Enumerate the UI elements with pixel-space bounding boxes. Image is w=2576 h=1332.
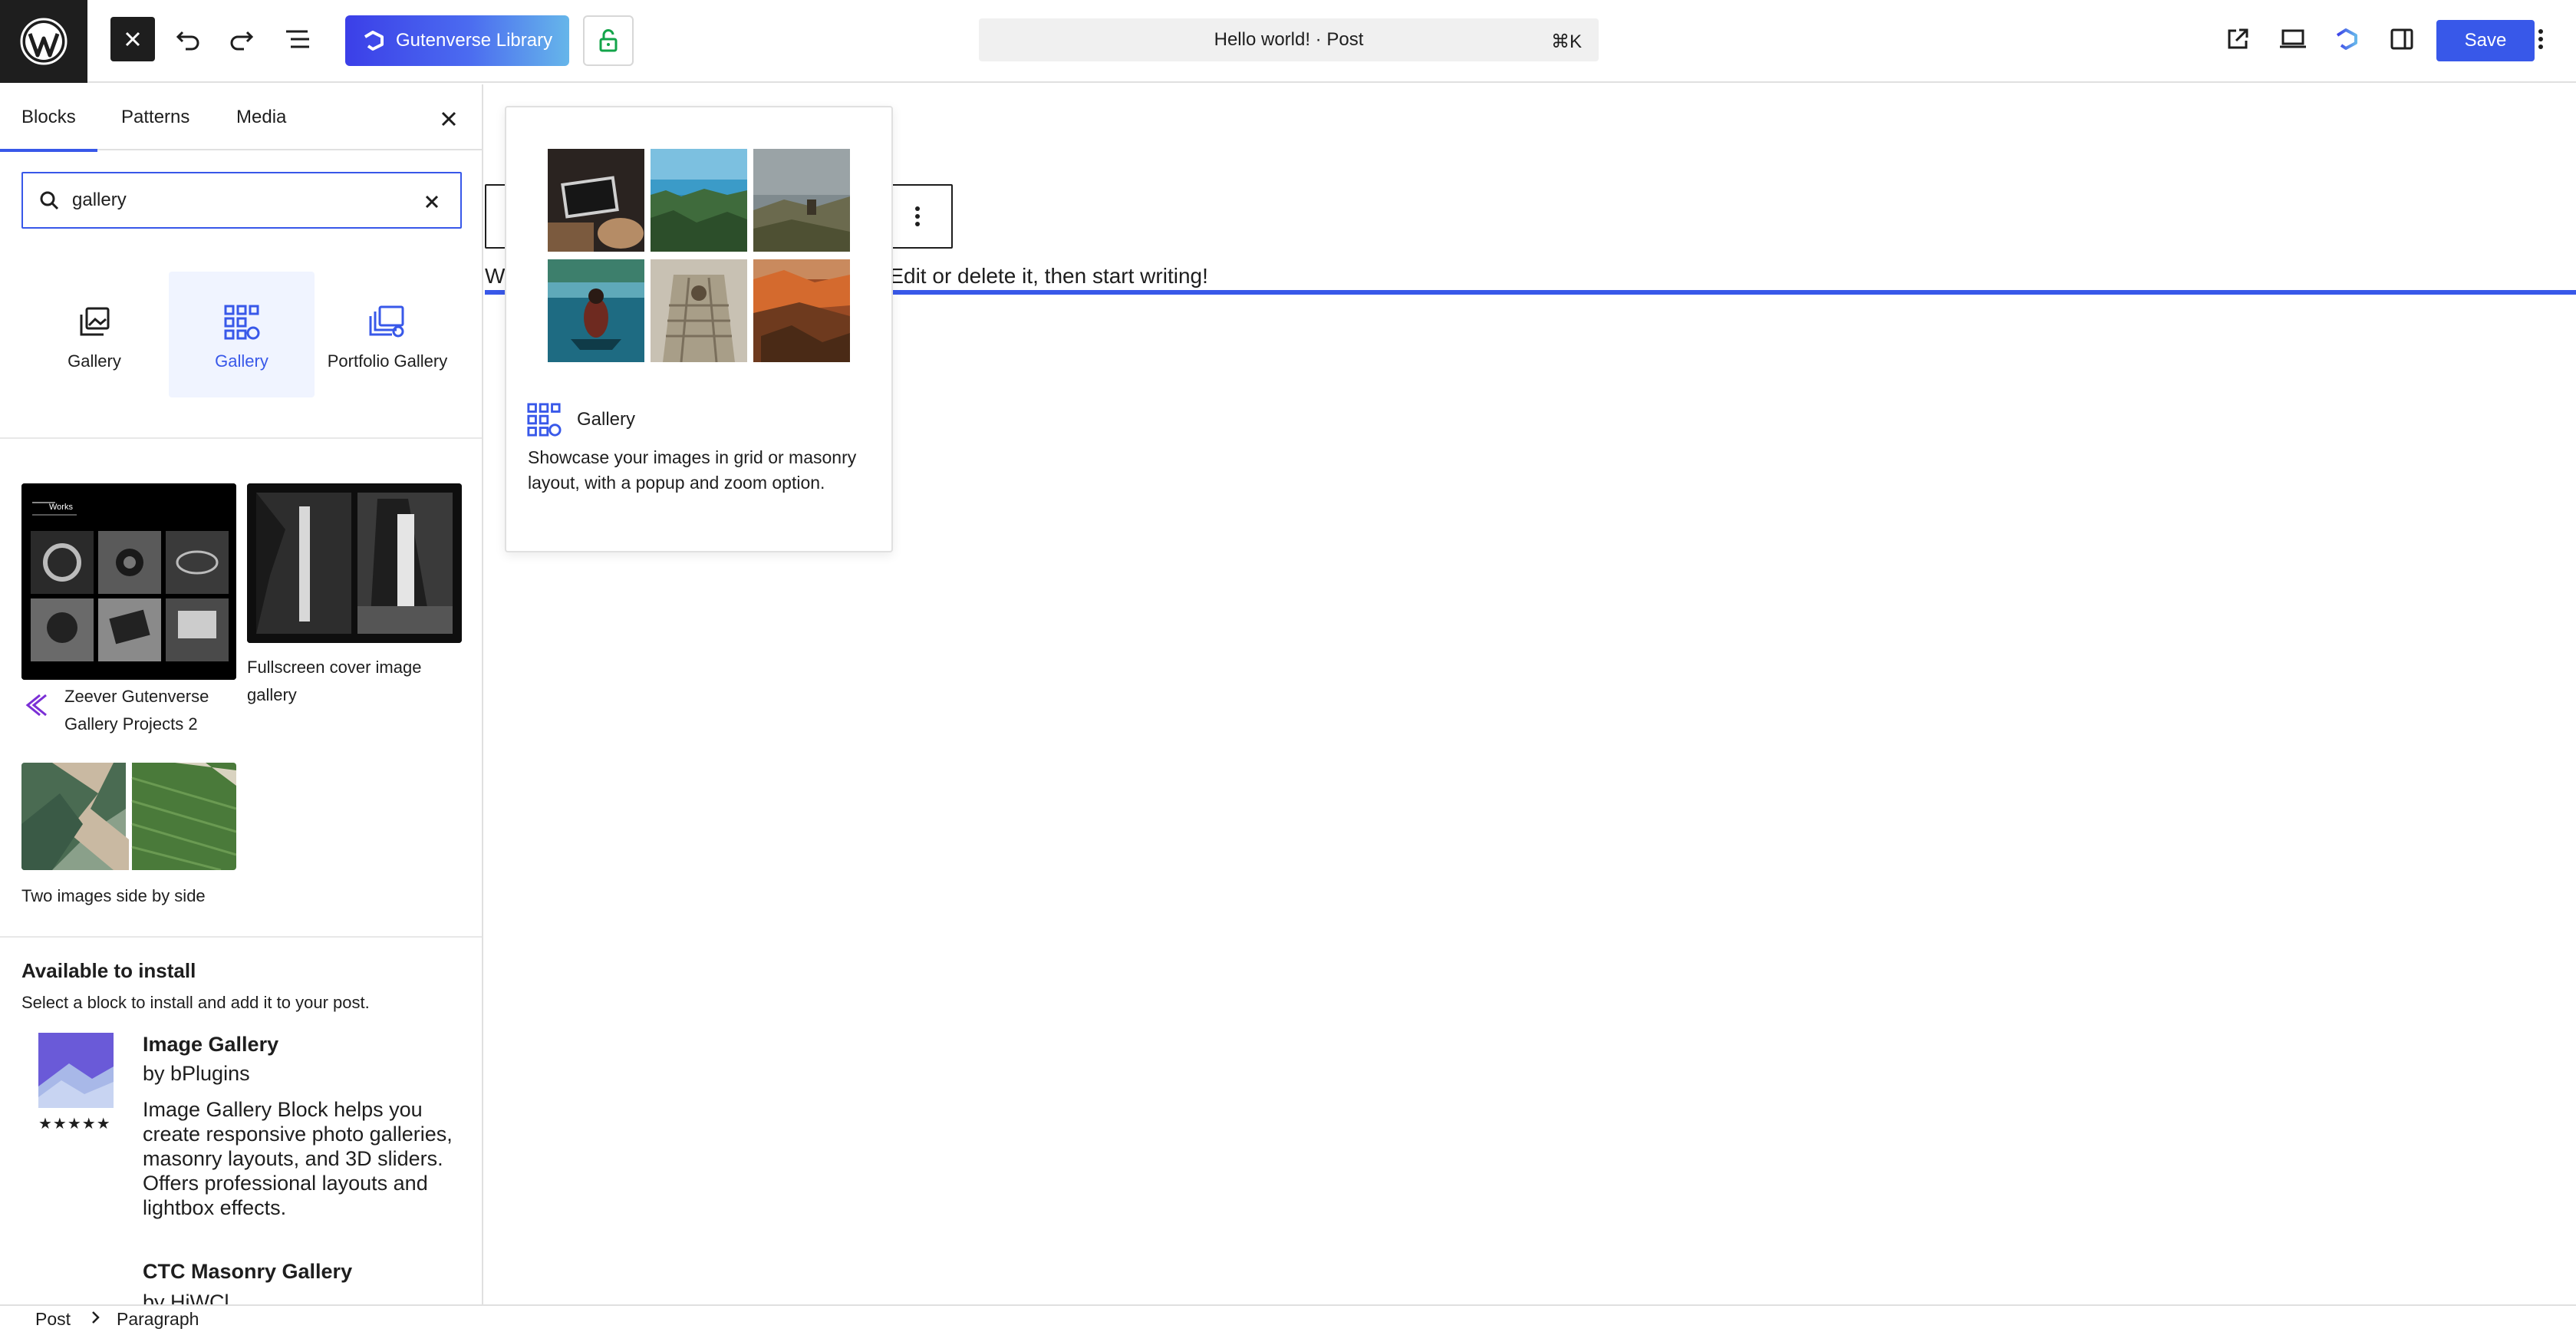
gutenverse-library-button[interactable]: Gutenverse Library — [345, 15, 569, 66]
pattern-thumbnail-two-images[interactable] — [21, 763, 236, 870]
install-heading: Available to install — [21, 959, 196, 982]
pattern-label-text: Zeever Gutenverse Gallery Projects 2 — [64, 687, 209, 734]
redo-icon — [230, 31, 254, 51]
clear-icon — [425, 195, 439, 209]
save-button[interactable]: Save — [2436, 20, 2535, 61]
block-search-input[interactable] — [72, 190, 402, 211]
pattern-label-two-images: Two images side by side — [21, 886, 206, 905]
close-panel-button[interactable] — [431, 101, 466, 137]
block-label: Gallery — [215, 351, 268, 371]
preview-image — [548, 149, 644, 252]
plugin-rating: ★★★★★ — [38, 1116, 111, 1133]
preview-image — [651, 149, 747, 252]
more-vertical-icon — [915, 206, 920, 226]
command-palette-bar[interactable]: Hello world! · Post ⌘K — [979, 18, 1599, 61]
gallery-icon — [74, 302, 114, 342]
preview-image — [753, 259, 850, 362]
preview-image — [651, 259, 747, 362]
plugin-author: by bPlugins — [143, 1062, 250, 1085]
plugin-author: by HiWCl — [143, 1291, 229, 1304]
desktop-icon — [2280, 29, 2306, 48]
clear-search-button[interactable] — [419, 189, 445, 215]
search-icon — [38, 187, 64, 213]
undo-button[interactable] — [166, 17, 210, 61]
unlock-icon — [599, 29, 618, 52]
block-breadcrumb: Post Paragraph — [0, 1304, 2576, 1332]
options-menu-button[interactable] — [2521, 17, 2561, 61]
plugin-title[interactable]: Image Gallery — [143, 1033, 278, 1057]
gutenverse-library-label: Gutenverse Library — [396, 30, 553, 51]
pattern-label-fullscreen: Fullscreen cover image gallery — [247, 658, 422, 704]
block-inserter-panel: Blocks Patterns Media gallery Gallery Ga… — [0, 84, 483, 1304]
tab-patterns[interactable]: Patterns — [121, 84, 189, 150]
grid-gallery-icon — [527, 403, 562, 437]
divider — [0, 437, 482, 439]
editor-header: Gutenverse Library Hello world! · Post ⌘… — [0, 0, 2576, 83]
preview-title: Gallery — [577, 409, 636, 430]
block-gallery-gutenverse[interactable]: Gallery — [169, 272, 315, 397]
inserter-tabs: Blocks Patterns Media — [0, 84, 482, 152]
install-subtitle: Select a block to install and add it to … — [21, 993, 370, 1012]
grid-gallery-icon — [222, 302, 262, 342]
preview-image — [548, 259, 644, 362]
gutenverse-panel-button[interactable] — [2324, 17, 2369, 61]
external-link-icon — [2228, 28, 2248, 49]
block-search-box[interactable] — [21, 172, 462, 229]
gutenverse-icon — [2336, 28, 2357, 50]
block-portfolio-gallery[interactable]: Portfolio Gallery — [315, 272, 460, 397]
preview-title-row: Gallery — [526, 402, 635, 437]
thumb-heading: Works — [49, 503, 73, 512]
block-label: Portfolio Gallery — [327, 351, 448, 371]
gutenverse-logo-icon — [364, 31, 384, 51]
view-post-button[interactable] — [2215, 17, 2260, 61]
undo-icon — [176, 31, 199, 51]
unlock-button[interactable] — [583, 15, 634, 66]
preview-image — [753, 149, 850, 252]
wordpress-icon — [20, 18, 68, 65]
sidebar-icon — [2390, 28, 2413, 50]
list-view-icon — [286, 30, 309, 48]
tab-blocks[interactable]: Blocks — [0, 84, 97, 152]
zeever-brand-icon — [25, 694, 47, 717]
plugin-description: Image Gallery Block helps you create res… — [143, 1098, 453, 1219]
divider — [0, 936, 482, 938]
more-vertical-icon — [2538, 29, 2543, 49]
block-label: Gallery — [68, 351, 121, 371]
close-icon — [125, 31, 140, 47]
tab-media[interactable]: Media — [236, 84, 286, 150]
settings-sidebar-button[interactable] — [2380, 17, 2424, 61]
pattern-thumbnail-fullscreen-cover[interactable] — [247, 483, 462, 643]
paragraph-text-rest: st. Edit or delete it, then start writin… — [861, 264, 1208, 288]
block-gallery-core[interactable]: Gallery — [21, 272, 167, 397]
chevron-right-icon — [89, 1307, 103, 1332]
pattern-thumbnail-zeever[interactable]: Works — [21, 483, 236, 680]
close-icon — [441, 111, 456, 127]
portfolio-gallery-icon — [367, 302, 407, 342]
document-title: Hello world! · Post — [1214, 29, 1364, 50]
pattern-label-zeever: Zeever Gutenverse Gallery Projects 2 — [21, 683, 241, 738]
wordpress-logo[interactable] — [0, 0, 87, 83]
preview-description: Showcase your images in grid or masonry … — [528, 447, 857, 493]
document-overview-button[interactable] — [275, 17, 321, 61]
gallery-preview-grid — [548, 149, 853, 362]
block-options-button[interactable] — [902, 201, 933, 232]
plugin-title[interactable]: CTC Masonry Gallery — [143, 1260, 352, 1284]
redo-button[interactable] — [219, 17, 264, 61]
breadcrumb-paragraph: Paragraph — [117, 1309, 199, 1329]
block-preview-popover: Gallery Showcase your images in grid or … — [505, 106, 893, 552]
device-preview-button[interactable] — [2271, 17, 2315, 61]
close-inserter-button[interactable] — [110, 17, 155, 61]
command-shortcut: ⌘K — [1550, 31, 1582, 52]
breadcrumb-post[interactable]: Post — [35, 1309, 71, 1330]
image-gallery-plugin-icon[interactable] — [38, 1033, 114, 1108]
